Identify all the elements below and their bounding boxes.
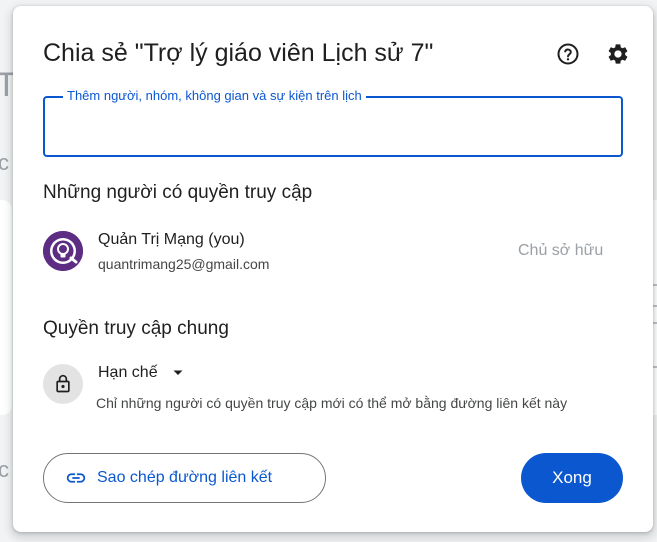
background-text: c [0, 150, 9, 175]
general-access-description: Chỉ những người có quyền truy cập mới có… [96, 395, 568, 411]
link-icon [66, 473, 86, 483]
background-text: c [0, 457, 9, 482]
share-dialog: Chia sẻ "Trợ lý giáo viên Lịch sử 7" Thê… [13, 6, 653, 532]
background-divider [653, 366, 657, 368]
dialog-title: Chia sẻ "Trợ lý giáo viên Lịch sử 7" [43, 39, 434, 67]
share-input-field[interactable]: Thêm người, nhóm, không gian và sự kiện … [43, 88, 623, 157]
share-input-label: Thêm người, nhóm, không gian và sự kiện … [63, 88, 366, 103]
avatar [43, 231, 83, 271]
help-circle-icon [557, 43, 579, 65]
access-heading: Những người có quyền truy cập [43, 182, 313, 203]
background-divider [653, 305, 657, 307]
help-button[interactable] [554, 40, 582, 68]
settings-button[interactable] [604, 40, 632, 68]
copy-link-button[interactable]: Sao chép đường liên kết [43, 453, 326, 503]
background-divider [653, 284, 657, 286]
background-divider [653, 322, 657, 324]
lightbulb-logo-icon [43, 231, 83, 271]
copy-link-label: Sao chép đường liên kết [97, 469, 273, 486]
background-card [0, 200, 12, 415]
user-email: quantrimang25@gmail.com [98, 256, 270, 272]
general-access-dropdown[interactable]: Hạn chế [98, 361, 184, 385]
general-access-selected: Hạn chế [98, 364, 158, 381]
lock-icon [56, 374, 70, 393]
done-button[interactable]: Xong [521, 453, 623, 503]
user-role: Chủ sở hữu [518, 242, 604, 259]
share-input[interactable] [59, 112, 609, 140]
lock-badge [43, 364, 83, 404]
caret-down-icon [173, 370, 183, 375]
gear-icon [608, 44, 628, 64]
general-access-heading: Quyền truy cập chung [43, 318, 229, 339]
user-name: Quản Trị Mạng (you) [98, 231, 245, 248]
